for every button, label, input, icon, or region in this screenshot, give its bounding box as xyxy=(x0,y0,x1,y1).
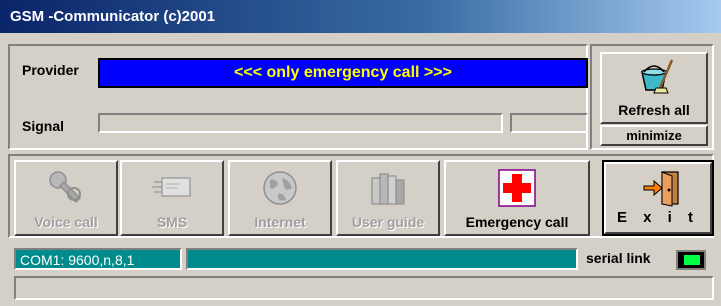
progress-bar xyxy=(186,248,578,270)
voice-call-button[interactable]: Voice call xyxy=(14,160,118,236)
internet-button[interactable]: Internet xyxy=(228,160,332,236)
signal-strength-bar xyxy=(98,113,503,133)
title-bar[interactable]: GSM -Communicator (c)2001 xyxy=(0,0,721,33)
red-cross-icon xyxy=(497,168,537,213)
serial-link-label: serial link xyxy=(586,250,651,266)
user-guide-button[interactable]: User guide xyxy=(336,160,440,236)
envelope-icon xyxy=(150,168,194,209)
books-icon xyxy=(366,168,410,213)
refresh-all-label: Refresh all xyxy=(618,102,690,118)
com-port-status: COM1: 9600,n,8,1 xyxy=(14,248,182,270)
sms-label: SMS xyxy=(156,214,188,230)
led-light xyxy=(684,255,700,265)
provider-display: <<< only emergency call >>> xyxy=(98,58,588,88)
status-bar xyxy=(14,276,714,300)
voice-call-label: Voice call xyxy=(34,214,98,230)
sms-button[interactable]: SMS xyxy=(120,160,224,236)
signal-label: Signal xyxy=(22,118,65,134)
serial-link-indicator xyxy=(676,250,706,270)
user-guide-label: User guide xyxy=(351,214,425,230)
exit-door-icon xyxy=(642,168,682,213)
provider-label: Provider xyxy=(22,62,79,78)
globe-icon xyxy=(260,168,300,213)
gsm-communicator-window: GSM -Communicator (c)2001 Provider <<< o… xyxy=(0,0,721,306)
internet-label: Internet xyxy=(254,214,306,230)
emergency-call-label: Emergency call xyxy=(465,214,569,230)
bucket-mop-icon xyxy=(636,58,676,99)
refresh-all-button[interactable]: Refresh all xyxy=(600,52,708,124)
exit-label: E x i t xyxy=(616,209,699,226)
exit-button[interactable]: E x i t xyxy=(602,160,714,236)
phone-icon xyxy=(46,168,86,213)
signal-value-box xyxy=(510,113,588,133)
minimize-button[interactable]: minimize xyxy=(600,125,708,146)
emergency-call-button[interactable]: Emergency call xyxy=(444,160,590,236)
